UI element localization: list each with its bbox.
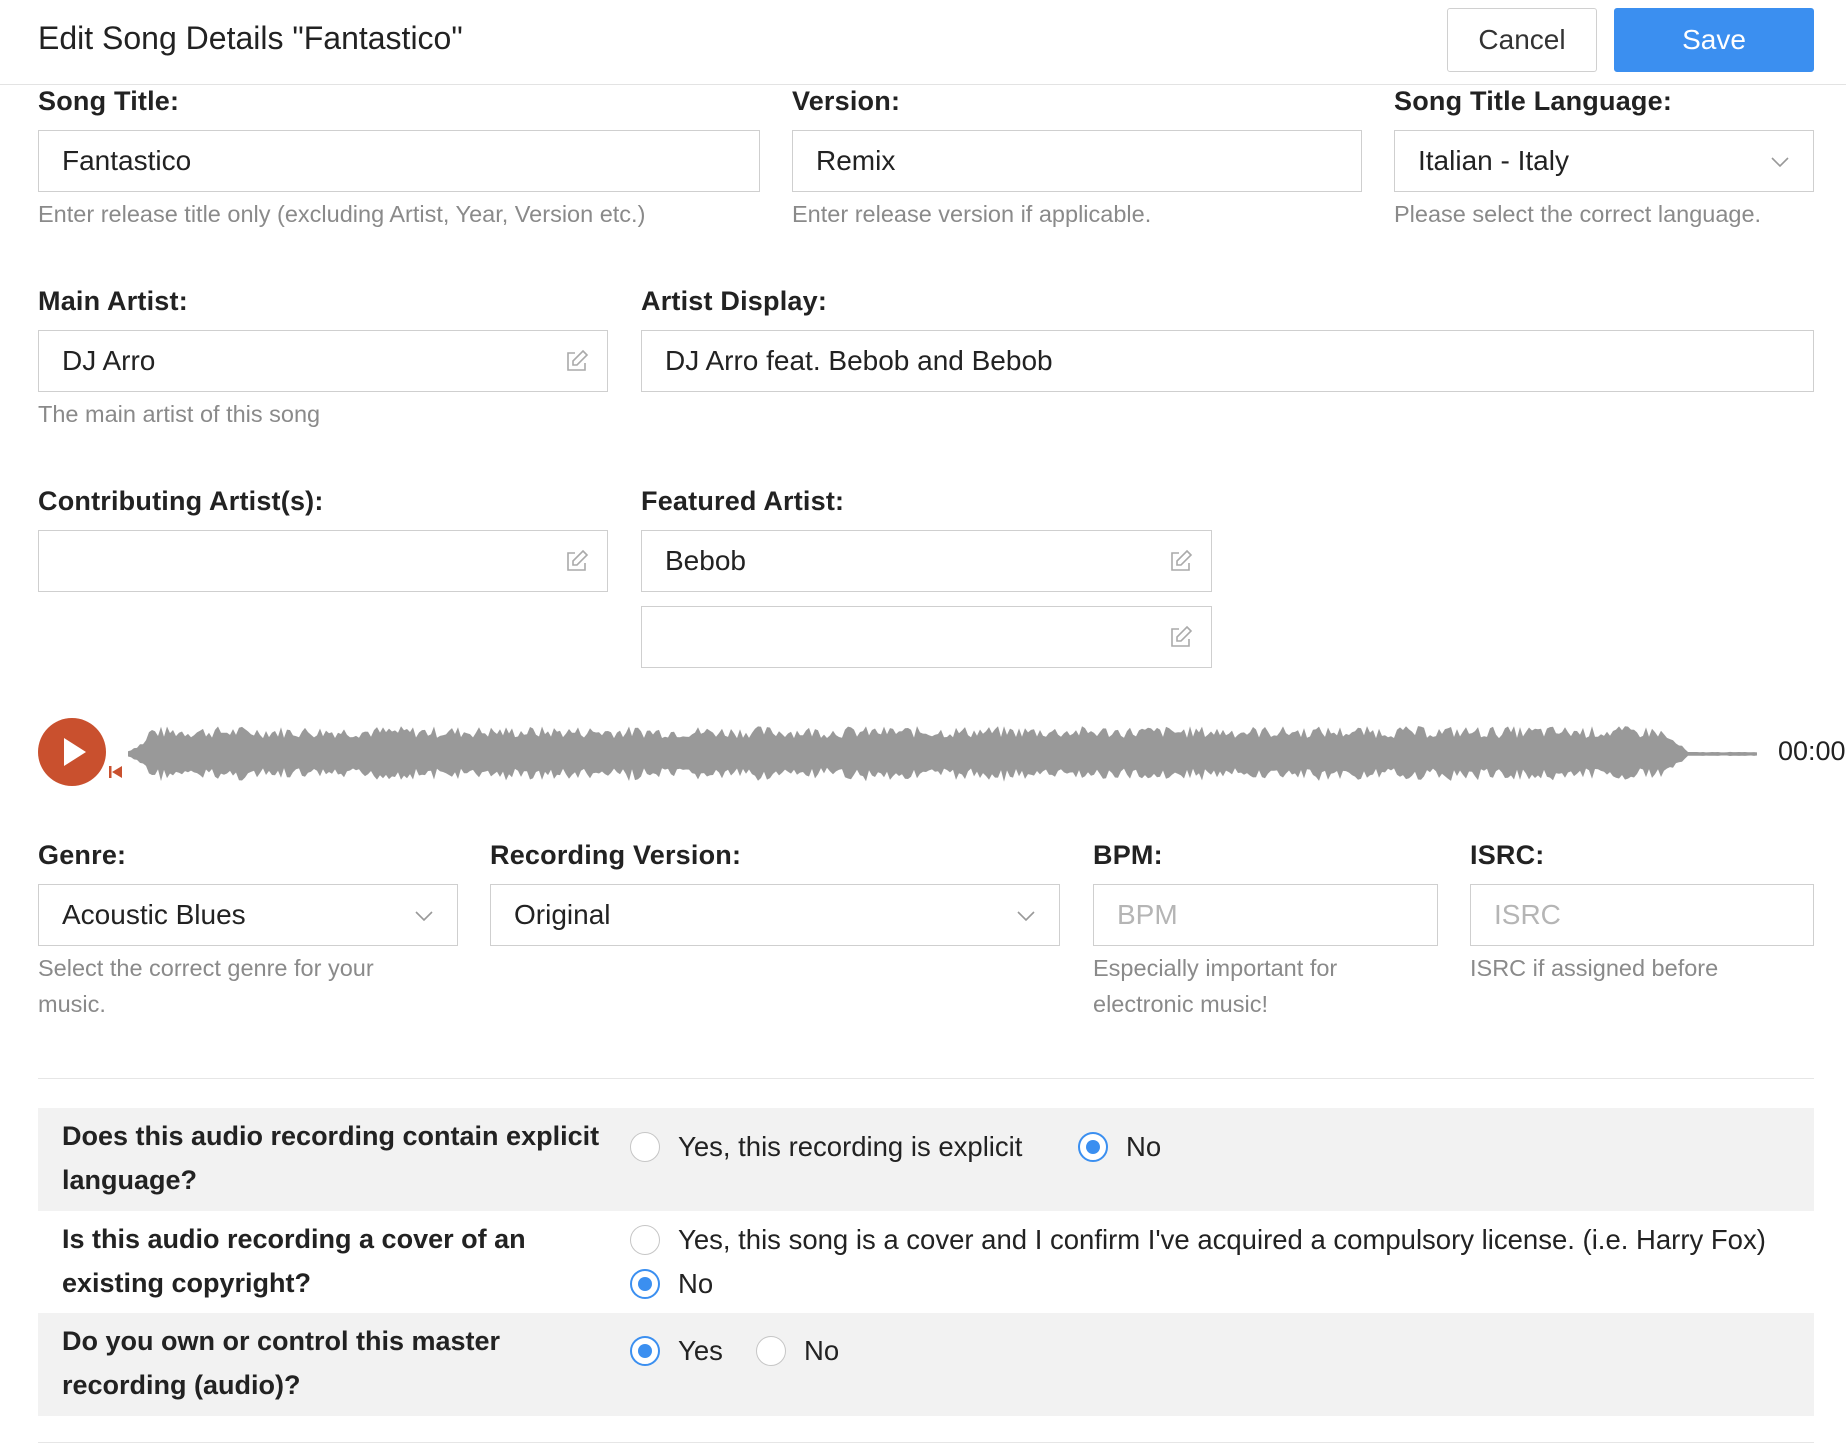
audio-player: 00:00 bbox=[38, 716, 1846, 792]
master-yes-option[interactable]: Yes bbox=[630, 1335, 723, 1367]
cover-no-radio[interactable] bbox=[630, 1269, 660, 1299]
chevron-down-icon bbox=[1771, 157, 1789, 168]
song-title-label: Song Title: bbox=[38, 86, 180, 116]
question-line: Is this audio recording a cover of an bbox=[62, 1224, 526, 1254]
explicit-no-option[interactable]: No bbox=[1078, 1131, 1161, 1163]
cover-yes-radio[interactable] bbox=[630, 1225, 660, 1255]
isrc-input[interactable]: ISRC bbox=[1470, 884, 1814, 946]
bpm-help-2: electronic music! bbox=[1093, 991, 1268, 1017]
genre-help-2: music. bbox=[38, 991, 106, 1017]
edit-icon[interactable] bbox=[1169, 625, 1193, 649]
waveform[interactable] bbox=[128, 716, 1758, 792]
dialog-header: Edit Song Details "Fantastico" Cancel Sa… bbox=[0, 0, 1846, 85]
genre-help-1: Select the correct genre for your bbox=[38, 955, 374, 981]
main-artist-help: The main artist of this song bbox=[38, 401, 321, 427]
chevron-down-icon bbox=[415, 911, 433, 922]
question-line: Does this audio recording contain explic… bbox=[62, 1121, 600, 1151]
recording-version-label: Recording Version: bbox=[490, 840, 742, 870]
edit-icon[interactable] bbox=[565, 349, 589, 373]
genre-value: Acoustic Blues bbox=[62, 899, 246, 930]
cover-no-option[interactable]: No bbox=[630, 1268, 713, 1300]
explicit-no-radio[interactable] bbox=[1078, 1132, 1108, 1162]
artist-display-value: DJ Arro feat. Bebob and Bebob bbox=[665, 345, 1053, 376]
skip-back-icon[interactable] bbox=[108, 764, 124, 780]
language-value: Italian - Italy bbox=[1418, 145, 1569, 176]
version-value: Remix bbox=[816, 145, 896, 176]
save-button[interactable]: Save bbox=[1614, 8, 1814, 72]
chevron-down-icon bbox=[1017, 911, 1035, 922]
option-label: No bbox=[678, 1268, 714, 1299]
question-line: Do you own or control this master bbox=[62, 1326, 501, 1356]
playback-time: 00:00 bbox=[1778, 736, 1846, 766]
master-question-row: Do you own or control this master record… bbox=[38, 1313, 1814, 1416]
cover-question-text: Is this audio recording a cover of an ex… bbox=[62, 1217, 526, 1305]
question-line: language? bbox=[62, 1165, 198, 1195]
play-button[interactable] bbox=[38, 718, 106, 786]
bpm-placeholder: BPM bbox=[1117, 899, 1178, 930]
version-input[interactable]: Remix bbox=[792, 130, 1362, 192]
language-select[interactable]: Italian - Italy bbox=[1394, 130, 1814, 192]
version-help: Enter release version if applicable. bbox=[792, 201, 1152, 227]
featured-artist-label: Featured Artist: bbox=[641, 486, 845, 516]
main-artist-input[interactable]: DJ Arro bbox=[38, 330, 608, 392]
option-label: Yes, this recording is explicit bbox=[678, 1131, 1023, 1162]
option-label: Yes bbox=[678, 1335, 723, 1366]
song-title-help: Enter release title only (excluding Arti… bbox=[38, 201, 646, 227]
main-artist-label: Main Artist: bbox=[38, 286, 188, 316]
featured-artist-input-2[interactable] bbox=[641, 606, 1212, 668]
divider bbox=[38, 1442, 1814, 1443]
isrc-help: ISRC if assigned before bbox=[1470, 955, 1719, 981]
artist-display-input[interactable]: DJ Arro feat. Bebob and Bebob bbox=[641, 330, 1814, 392]
master-no-option[interactable]: No bbox=[756, 1335, 839, 1367]
master-question-text: Do you own or control this master record… bbox=[62, 1319, 500, 1407]
master-yes-radio[interactable] bbox=[630, 1336, 660, 1366]
contributing-artist-input[interactable] bbox=[38, 530, 608, 592]
question-line: existing copyright? bbox=[62, 1268, 312, 1298]
master-no-radio[interactable] bbox=[756, 1336, 786, 1366]
explicit-yes-option[interactable]: Yes, this recording is explicit bbox=[630, 1131, 1022, 1163]
bpm-help-1: Especially important for bbox=[1093, 955, 1338, 981]
question-line: recording (audio)? bbox=[62, 1370, 301, 1400]
cover-yes-option[interactable]: Yes, this song is a cover and I confirm … bbox=[630, 1224, 1766, 1256]
option-label: No bbox=[1126, 1131, 1162, 1162]
bpm-input[interactable]: BPM bbox=[1093, 884, 1438, 946]
bpm-label: BPM: bbox=[1093, 840, 1163, 870]
edit-icon[interactable] bbox=[565, 549, 589, 573]
divider bbox=[38, 1078, 1814, 1079]
play-icon bbox=[64, 738, 86, 766]
explicit-question-row: Does this audio recording contain explic… bbox=[38, 1108, 1814, 1211]
explicit-yes-radio[interactable] bbox=[630, 1132, 660, 1162]
option-label: No bbox=[804, 1335, 840, 1366]
featured-artist-input[interactable]: Bebob bbox=[641, 530, 1212, 592]
language-help: Please select the correct language. bbox=[1394, 201, 1762, 227]
version-label: Version: bbox=[792, 86, 901, 116]
edit-icon[interactable] bbox=[1169, 549, 1193, 573]
isrc-placeholder: ISRC bbox=[1494, 899, 1561, 930]
language-label: Song Title Language: bbox=[1394, 86, 1673, 116]
dialog-title: Edit Song Details "Fantastico" bbox=[38, 20, 463, 56]
option-label: Yes, this song is a cover and I confirm … bbox=[678, 1224, 1766, 1255]
contributing-artist-label: Contributing Artist(s): bbox=[38, 486, 324, 516]
genre-label: Genre: bbox=[38, 840, 127, 870]
explicit-question-text: Does this audio recording contain explic… bbox=[62, 1114, 599, 1202]
cover-question-row: Is this audio recording a cover of an ex… bbox=[38, 1211, 1814, 1313]
recording-version-value: Original bbox=[514, 899, 611, 930]
main-artist-value: DJ Arro bbox=[62, 345, 156, 376]
isrc-label: ISRC: bbox=[1470, 840, 1545, 870]
recording-version-select[interactable]: Original bbox=[490, 884, 1060, 946]
featured-artist-value: Bebob bbox=[665, 545, 746, 576]
cancel-button[interactable]: Cancel bbox=[1447, 8, 1597, 72]
artist-display-label: Artist Display: bbox=[641, 286, 828, 316]
genre-select[interactable]: Acoustic Blues bbox=[38, 884, 458, 946]
song-title-input[interactable]: Fantastico bbox=[38, 130, 760, 192]
song-title-value: Fantastico bbox=[62, 145, 192, 176]
